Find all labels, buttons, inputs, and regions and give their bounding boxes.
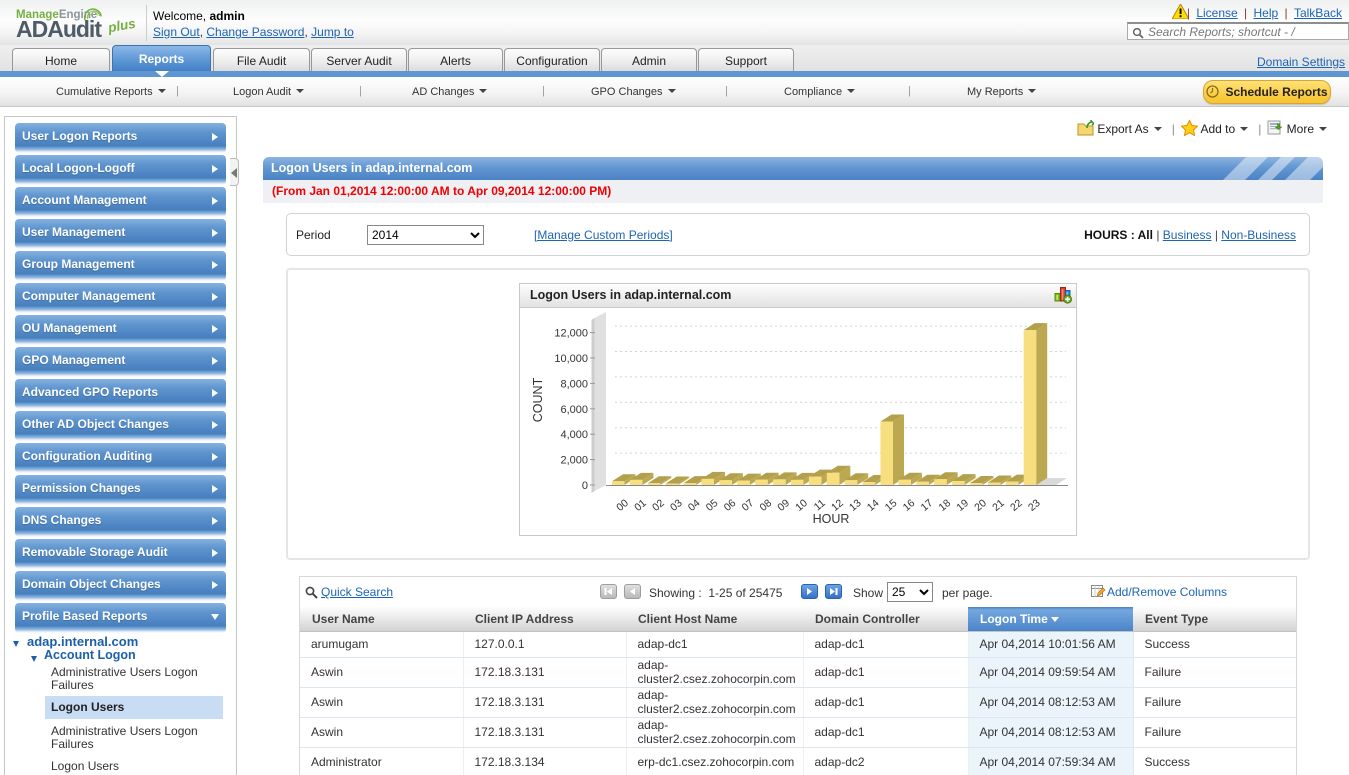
svg-text:09: 09 <box>775 497 792 514</box>
svg-text:15: 15 <box>883 497 900 514</box>
svg-text:4,000: 4,000 <box>560 429 588 441</box>
svg-text:19: 19 <box>954 497 971 514</box>
svg-text:20: 20 <box>972 497 989 514</box>
svg-text:21: 21 <box>990 497 1007 514</box>
svg-text:01: 01 <box>632 497 649 514</box>
svg-text:HOUR: HOUR <box>813 512 850 526</box>
svg-text:11: 11 <box>812 497 828 513</box>
svg-text:08: 08 <box>757 497 774 514</box>
svg-text:16: 16 <box>901 497 918 514</box>
svg-text:6,000: 6,000 <box>560 404 588 416</box>
svg-text:07: 07 <box>740 497 757 514</box>
svg-text:0: 0 <box>582 480 588 492</box>
svg-text:03: 03 <box>668 497 685 514</box>
svg-text:COUNT: COUNT <box>531 377 545 422</box>
svg-text:8,000: 8,000 <box>560 378 588 390</box>
svg-text:10: 10 <box>793 497 810 514</box>
svg-text:06: 06 <box>722 497 739 514</box>
svg-text:12,000: 12,000 <box>554 328 588 340</box>
svg-text:00: 00 <box>614 497 631 514</box>
svg-text:05: 05 <box>704 497 721 514</box>
svg-text:2,000: 2,000 <box>560 455 588 467</box>
svg-text:18: 18 <box>936 497 953 514</box>
svg-text:02: 02 <box>650 497 667 514</box>
svg-text:14: 14 <box>865 497 882 514</box>
svg-text:17: 17 <box>919 497 936 514</box>
svg-text:04: 04 <box>686 497 703 514</box>
svg-text:23: 23 <box>1026 497 1043 514</box>
svg-text:22: 22 <box>1008 497 1025 514</box>
svg-text:13: 13 <box>847 497 864 514</box>
svg-text:10,000: 10,000 <box>554 353 588 365</box>
